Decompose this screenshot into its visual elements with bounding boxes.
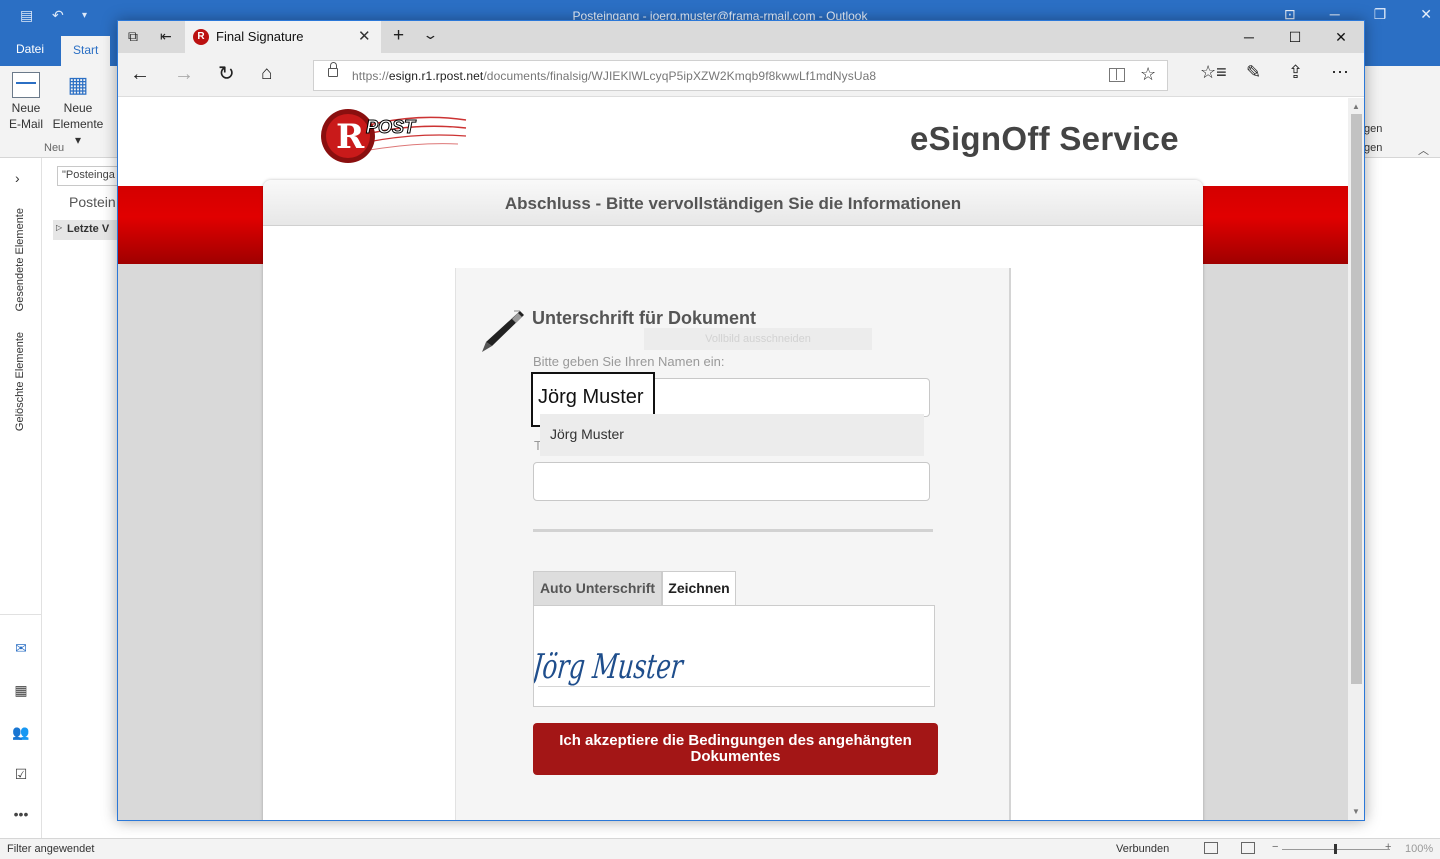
ribbon-group-label: Neu bbox=[44, 142, 65, 154]
svg-text:R: R bbox=[336, 117, 365, 157]
main-panel: Abschluss - Bitte vervollständigen Sie d… bbox=[263, 180, 1203, 820]
accept-terms-button[interactable]: Ich akzeptiere die Bedingungen des angeh… bbox=[533, 723, 938, 775]
expand-folder-pane-icon[interactable]: › bbox=[15, 170, 20, 186]
sent-items-folder[interactable]: Gesendete Elemente bbox=[14, 208, 26, 311]
connection-status: Verbunden bbox=[1116, 843, 1170, 855]
refresh-icon[interactable]: ↻ bbox=[218, 62, 235, 86]
more-apps-icon[interactable]: ••• bbox=[12, 806, 30, 822]
scrollbar-thumb[interactable] bbox=[1351, 114, 1362, 684]
autocomplete-suggestion[interactable]: Jörg Muster bbox=[540, 414, 924, 456]
signature-script: Jörg Muster bbox=[534, 647, 686, 687]
new-email-label-1: Neue bbox=[11, 101, 41, 115]
share-icon[interactable]: ⇪ bbox=[1288, 62, 1303, 83]
tab-final-signature[interactable]: R Final Signature ✕ bbox=[185, 21, 381, 53]
restore-icon[interactable]: ❐ bbox=[1374, 6, 1387, 23]
page-header: R POST eSignOff Service bbox=[118, 98, 1348, 186]
outlook-left-rail: › Gesendete Elemente Gelöschte Elemente … bbox=[0, 158, 42, 838]
rail-divider bbox=[0, 614, 42, 615]
new-email-icon bbox=[12, 72, 40, 98]
panel-header: Abschluss - Bitte vervollständigen Sie d… bbox=[263, 180, 1203, 226]
mail-icon[interactable]: ✉ bbox=[12, 640, 30, 657]
scroll-down-icon[interactable]: ▼ bbox=[1352, 807, 1360, 816]
new-items-button[interactable]: ▦ Neue Elemente ▾ bbox=[50, 72, 106, 148]
crop-fullscreen-hint: Vollbild ausschneiden bbox=[644, 328, 872, 350]
people-icon[interactable]: 👥 bbox=[12, 724, 30, 741]
zoom-level[interactable]: 100% bbox=[1405, 843, 1433, 855]
filter-status: Filter angewendet bbox=[7, 843, 95, 855]
pen-icon bbox=[482, 310, 524, 352]
browser-close-icon[interactable]: ✕ bbox=[1318, 21, 1364, 53]
zoom-in-icon[interactable]: + bbox=[1385, 841, 1391, 853]
scroll-up-icon[interactable]: ▲ bbox=[1352, 102, 1360, 111]
browser-minimize-icon[interactable]: ─ bbox=[1226, 21, 1272, 53]
rpost-favicon-icon: R bbox=[193, 29, 209, 45]
url-scheme: https:// bbox=[352, 69, 389, 83]
browser-tabstrip: ⧉ ⇤ R Final Signature ✕ + ⌄ ─ ☐ ✕ bbox=[118, 21, 1364, 53]
zoom-slider-thumb[interactable] bbox=[1334, 844, 1337, 854]
close-tab-icon[interactable]: ✕ bbox=[358, 27, 371, 45]
signature-form: Unterschrift für Dokument Vollbild aussc… bbox=[455, 268, 1011, 820]
more-options-icon[interactable]: ⋯ bbox=[1331, 62, 1349, 83]
section-title: Unterschrift für Dokument bbox=[532, 308, 757, 328]
calendar-icon[interactable]: ▦ bbox=[12, 682, 30, 699]
set-tabs-aside-icon[interactable]: ⧉ bbox=[128, 28, 138, 45]
signature-baseline bbox=[538, 686, 930, 687]
signature-script-text: Jörg Muster bbox=[534, 647, 686, 687]
name-label: Bitte geben Sie Ihren Namen ein: bbox=[533, 354, 725, 369]
forward-icon[interactable]: → bbox=[174, 62, 194, 86]
tab-auto-signature[interactable]: Auto Unterschrift bbox=[533, 571, 662, 605]
favorites-hub-icon[interactable]: ☆≡ bbox=[1200, 62, 1227, 83]
tab-preview-chevron-icon[interactable]: ⌄ bbox=[422, 27, 438, 43]
outlook-statusbar: Filter angewendet Verbunden − + 100% bbox=[0, 838, 1440, 859]
home-icon[interactable]: ⌂ bbox=[261, 62, 272, 86]
favorite-star-icon[interactable]: ☆ bbox=[1140, 64, 1156, 85]
new-items-icon: ▦ bbox=[67, 72, 89, 97]
url-text[interactable]: https://esign.r1.rpost.net/documents/fin… bbox=[352, 69, 876, 83]
browser-window-controls: ─ ☐ ✕ bbox=[1226, 21, 1364, 53]
address-bar[interactable]: https://esign.r1.rpost.net/documents/fin… bbox=[313, 60, 1168, 91]
lock-icon[interactable] bbox=[328, 62, 338, 77]
service-title: eSignOff Service bbox=[910, 120, 1179, 157]
ribbon-right-partial-1: gen bbox=[1364, 123, 1383, 135]
title-input[interactable] bbox=[533, 462, 930, 501]
url-host: esign.r1.rpost.net bbox=[388, 69, 484, 83]
web-note-icon[interactable]: ✎ bbox=[1246, 62, 1261, 83]
new-items-label-1: Neue bbox=[63, 101, 93, 115]
zoom-out-icon[interactable]: − bbox=[1272, 841, 1278, 853]
tab-start[interactable]: Start bbox=[61, 36, 111, 66]
inbox-heading: Postein bbox=[69, 194, 116, 210]
collapse-ribbon-icon[interactable]: ︿ bbox=[1418, 142, 1429, 158]
tab-title: Final Signature bbox=[216, 29, 304, 44]
back-icon[interactable]: ← bbox=[130, 62, 150, 86]
browser-maximize-icon[interactable]: ☐ bbox=[1272, 21, 1318, 53]
tab-file[interactable]: Datei bbox=[16, 42, 44, 56]
page-scrollbar[interactable]: ▲ ▼ bbox=[1348, 98, 1364, 820]
new-tab-icon[interactable]: + bbox=[393, 25, 404, 47]
outlook-folder-pane: "Posteinga Postein Letzte V bbox=[43, 158, 127, 838]
rpost-logo: R POST bbox=[321, 109, 467, 163]
deleted-items-folder[interactable]: Gelöschte Elemente bbox=[14, 332, 26, 431]
normal-view-icon[interactable] bbox=[1204, 842, 1218, 854]
browser-window: ⧉ ⇤ R Final Signature ✕ + ⌄ ─ ☐ ✕ ← → ↻ … bbox=[117, 20, 1365, 821]
page-viewport: R POST eSignOff Service Abschluss - Bitt… bbox=[118, 98, 1348, 820]
browser-toolbar: ← → ↻ ⌂ https://esign.r1.rpost.net/docum… bbox=[118, 53, 1364, 97]
tabs-aside-icon[interactable]: ⇤ bbox=[160, 28, 172, 45]
panel-heading: Abschluss - Bitte vervollständigen Sie d… bbox=[504, 194, 962, 213]
reading-view-icon[interactable] bbox=[1241, 842, 1255, 854]
new-email-button[interactable]: Neue E-Mail bbox=[4, 72, 48, 132]
tasks-icon[interactable]: ☑ bbox=[12, 766, 30, 783]
new-email-label-2: E-Mail bbox=[8, 117, 43, 131]
ribbon-right-partial-2: gen bbox=[1364, 142, 1383, 154]
rpost-logo-text: POST bbox=[366, 117, 417, 137]
signature-preview: Jörg Muster bbox=[533, 605, 935, 707]
close-icon[interactable]: ✕ bbox=[1420, 6, 1432, 23]
date-group-header[interactable]: Letzte V bbox=[53, 220, 123, 240]
tab-draw-signature[interactable]: Zeichnen bbox=[662, 571, 736, 605]
form-divider bbox=[533, 529, 933, 532]
url-path: /documents/finalsig/WJIEKlWLcyqP5ipXZW2K… bbox=[483, 69, 877, 83]
reading-view-icon[interactable] bbox=[1109, 68, 1125, 82]
